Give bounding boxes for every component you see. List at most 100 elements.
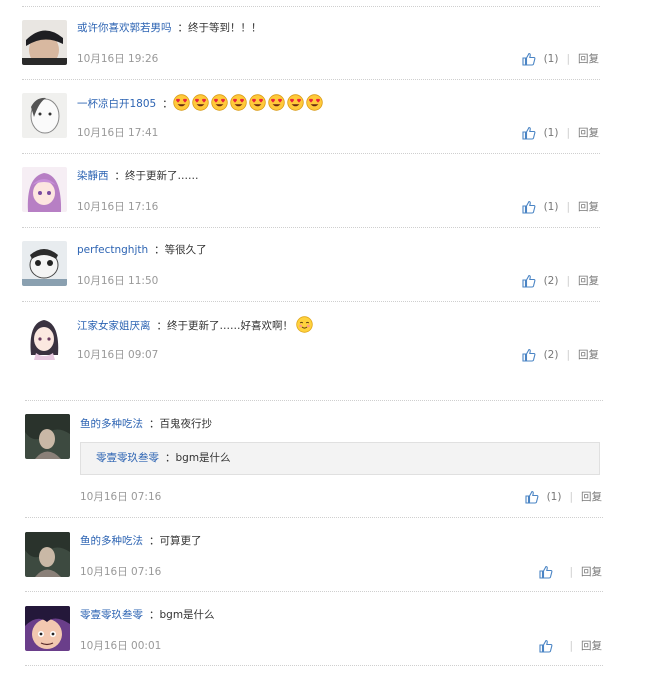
quoted-username[interactable]: 零壹零玖叁零	[96, 452, 159, 464]
avatar[interactable]	[22, 93, 67, 138]
separator	[22, 79, 600, 80]
heart-eyes-emoji	[268, 94, 285, 111]
heart-eyes-emoji	[211, 94, 228, 111]
thumbs-up-icon[interactable]	[522, 348, 536, 362]
like-count: (2)	[543, 274, 559, 287]
avatar[interactable]	[25, 532, 70, 577]
separator	[22, 6, 600, 7]
comment-line: 或许你喜欢郭若男吗 ：终于等到！！！	[77, 20, 262, 36]
thumbs-up-icon[interactable]	[539, 639, 553, 653]
thumbs-up-icon[interactable]	[525, 490, 539, 504]
comment-colon: ：	[177, 22, 189, 34]
thumbs-up-icon[interactable]	[522, 274, 536, 288]
comment-text: 终于等到！！！	[188, 22, 262, 34]
heart-eyes-emoji	[230, 94, 247, 111]
like-count: (1)	[543, 200, 559, 213]
divider: |	[566, 348, 570, 361]
comment-username[interactable]: 染靜西	[77, 170, 109, 182]
comment-time: 10月16日 07:16	[80, 491, 162, 503]
divider: |	[566, 274, 570, 287]
quoted-colon: ：	[165, 452, 176, 464]
comment-actions: (1) | 回复	[525, 489, 602, 504]
separator	[22, 301, 600, 302]
comment-time: 10月16日 17:16	[77, 201, 159, 213]
separator	[22, 153, 600, 154]
separator	[25, 665, 603, 666]
separator	[25, 591, 603, 592]
heart-eyes-emoji	[306, 94, 323, 111]
divider: |	[569, 490, 573, 503]
comment-actions: (1) | 回复	[522, 199, 599, 214]
comment-text: 可算更了	[159, 535, 202, 547]
comment-username[interactable]: perfectnghjth	[77, 244, 148, 256]
comment-colon: ：	[154, 244, 165, 256]
like-count: (1)	[543, 126, 559, 139]
comment-line: 鱼的多种吃法 ：可算更了	[80, 533, 202, 549]
avatar[interactable]	[25, 414, 70, 459]
separator	[25, 400, 603, 401]
comment-line: perfectnghjth ：等很久了	[77, 242, 207, 258]
comment-line: 染靜西 ：终于更新了……	[77, 168, 199, 184]
reply-link[interactable]: 回复	[578, 125, 599, 140]
comment-time: 10月16日 00:01	[80, 640, 162, 652]
thumbs-up-icon[interactable]	[522, 126, 536, 140]
heart-eyes-emoji	[192, 94, 209, 111]
comment-colon: ：	[149, 418, 160, 430]
comment-actions: (1) | 回复	[522, 51, 599, 66]
separator	[22, 227, 600, 228]
comment-username[interactable]: 或许你喜欢郭若男吗	[77, 22, 172, 34]
thumbs-up-icon[interactable]	[539, 565, 553, 579]
thumbs-up-icon[interactable]	[522, 200, 536, 214]
comment-text: 等很久了	[164, 244, 207, 256]
comment-colon: ：	[156, 320, 168, 332]
comment-time: 10月16日 07:16	[80, 566, 162, 578]
avatar[interactable]	[22, 241, 67, 286]
comment-text: 终于更新了……	[125, 170, 199, 182]
divider: |	[566, 126, 570, 139]
comment-username[interactable]: 一杯凉白开1805	[77, 98, 156, 110]
quoted-text: bgm是什么	[175, 452, 231, 464]
comment-time: 10月16日 09:07	[77, 349, 159, 361]
comment-text: 终于更新了……好喜欢啊！	[167, 320, 293, 332]
heart-eyes-emoji	[173, 94, 190, 111]
reply-link[interactable]: 回复	[581, 489, 602, 504]
divider: |	[566, 52, 570, 65]
comment-username[interactable]: 鱼的多种吃法	[80, 418, 143, 430]
avatar[interactable]	[25, 606, 70, 651]
comment-colon: ：	[162, 98, 173, 110]
comment-username[interactable]: 江家女家姐厌离	[77, 320, 151, 332]
comment-line: 鱼的多种吃法 ：百鬼夜行抄	[80, 416, 212, 432]
avatar[interactable]	[22, 167, 67, 212]
comment-actions: (2) | 回复	[522, 347, 599, 362]
like-count: (2)	[543, 348, 559, 361]
quoted-comment: 零壹零玖叁零 ：bgm是什么	[80, 442, 600, 475]
heart-eyes-emoji	[249, 94, 266, 111]
reply-link[interactable]: 回复	[578, 199, 599, 214]
comment-username[interactable]: 零壹零玖叁零	[80, 609, 143, 621]
comment-time: 10月16日 11:50	[77, 275, 159, 287]
reply-link[interactable]: 回复	[578, 51, 599, 66]
emoji-row	[173, 94, 325, 111]
avatar[interactable]	[22, 20, 67, 65]
comment-actions: (2) | 回复	[522, 273, 599, 288]
like-count: (1)	[543, 52, 559, 65]
like-count: (1)	[546, 490, 562, 503]
comment-actions: | 回复	[539, 638, 602, 653]
comment-line: 江家女家姐厌离 ：终于更新了……好喜欢啊！	[77, 316, 315, 334]
separator	[25, 517, 603, 518]
blush-emoji	[296, 316, 314, 333]
thumbs-up-icon[interactable]	[522, 52, 536, 66]
reply-link[interactable]: 回复	[578, 273, 599, 288]
comment-actions: (1) | 回复	[522, 125, 599, 140]
reply-link[interactable]: 回复	[581, 638, 602, 653]
comment-text: bgm是什么	[159, 609, 215, 621]
avatar[interactable]	[22, 315, 67, 360]
reply-link[interactable]: 回复	[578, 347, 599, 362]
divider: |	[566, 200, 570, 213]
divider: |	[569, 639, 573, 652]
comment-time: 10月16日 19:26	[77, 53, 159, 65]
reply-link[interactable]: 回复	[581, 564, 602, 579]
comment-username[interactable]: 鱼的多种吃法	[80, 535, 143, 547]
comment-colon: ：	[149, 609, 160, 621]
comment-line: 零壹零玖叁零 ：bgm是什么	[80, 607, 215, 623]
